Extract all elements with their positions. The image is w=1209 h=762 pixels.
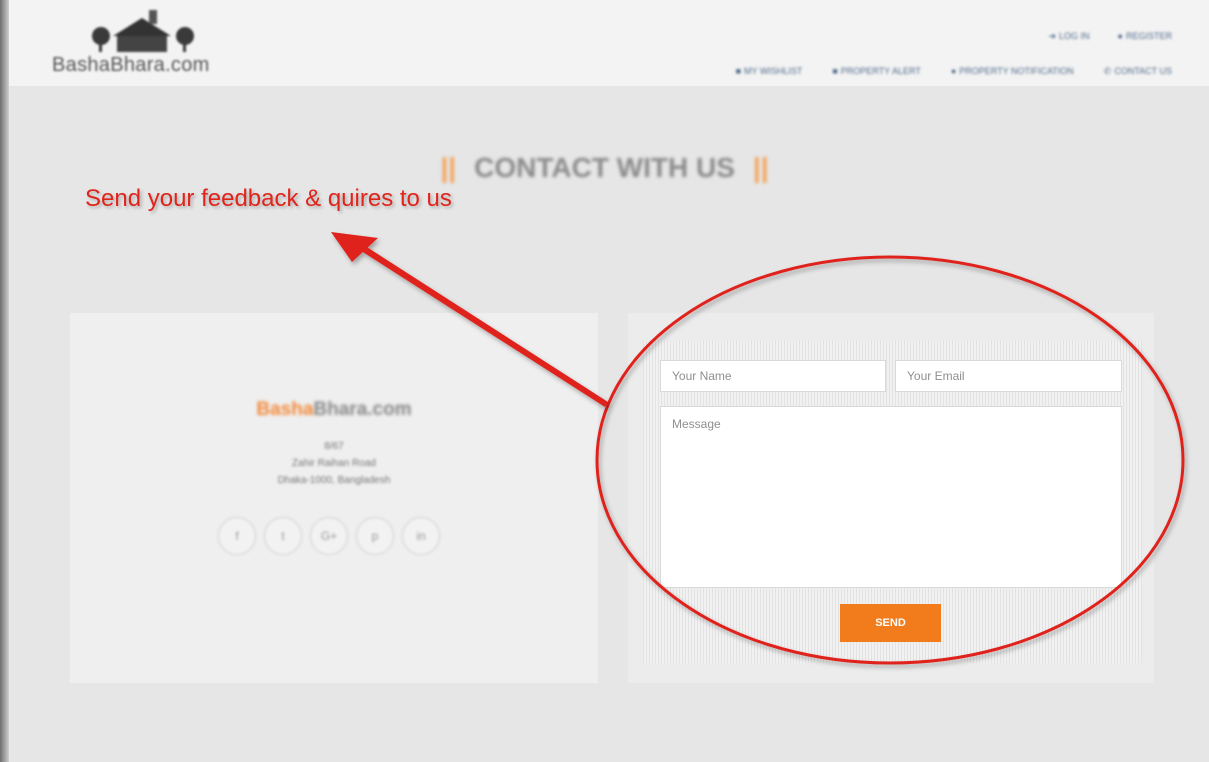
logo-text: BashaBhara.com — [52, 54, 210, 76]
social-links: f t G+ p in — [218, 517, 440, 555]
main-nav: ■ MY WISHLIST ■ PROPERTY ALERT ● PROPERTY N… — [736, 66, 1172, 77]
login-icon: ➜ — [1048, 31, 1057, 41]
address-line: Zahir Raihan Road — [292, 458, 376, 469]
phone-icon: ✆ — [1103, 66, 1112, 76]
section-heading: || CONTACT WITH US || — [0, 152, 1209, 184]
heading-bars-left: || — [440, 152, 457, 183]
address-line: Dhaka-1000, Bangladesh — [277, 475, 391, 486]
user-icon: ● — [1117, 31, 1123, 41]
linkedin-icon[interactable]: in — [402, 517, 440, 555]
account-links: ➜ LOG IN ● REGISTER — [1048, 31, 1172, 42]
nav-item-wishlist[interactable]: ■ MY WISHLIST — [736, 66, 803, 77]
twitter-icon[interactable]: t — [264, 517, 302, 555]
google-plus-icon[interactable]: G+ — [310, 517, 348, 555]
login-link[interactable]: ➜ LOG IN — [1048, 31, 1089, 42]
heart-icon: ■ — [735, 66, 741, 76]
register-link[interactable]: ● REGISTER — [1118, 31, 1172, 42]
annotation-text: Send your feedback & quires to us — [85, 185, 452, 212]
window-edge — [0, 0, 9, 762]
address-line: 8/67 — [324, 441, 344, 452]
nav-item-property-notification[interactable]: ● PROPERTY NOTIFICATION — [951, 66, 1074, 77]
logo-house-icon — [92, 10, 194, 52]
brand-accent: Basha — [256, 399, 314, 420]
facebook-icon[interactable]: f — [218, 517, 256, 555]
send-button[interactable]: SEND — [840, 604, 941, 642]
message-input[interactable] — [660, 406, 1122, 588]
nav-item-contact-us[interactable]: ✆ CONTACT US — [1104, 66, 1172, 77]
company-info-card: BashaBhara.com 8/67 Zahir Raihan Road Dh… — [70, 313, 598, 683]
name-input[interactable] — [660, 360, 886, 392]
heading-text: CONTACT WITH US — [474, 152, 735, 183]
site-header: BashaBhara.com ➜ LOG IN ● REGISTER ■ MY WIS… — [9, 0, 1209, 86]
company-brand: BashaBhara.com — [70, 399, 598, 421]
email-input[interactable] — [895, 360, 1122, 392]
bell-icon: ■ — [832, 66, 838, 76]
user-icon: ● — [950, 66, 957, 76]
heading-bars-right: || — [752, 152, 769, 183]
nav-item-property-alert[interactable]: ■ PROPERTY ALERT — [832, 66, 920, 77]
site-logo[interactable]: BashaBhara.com — [52, 6, 252, 76]
pinterest-icon[interactable]: p — [356, 517, 394, 555]
brand-rest: Bhara.com — [313, 399, 412, 420]
company-address: 8/67 Zahir Raihan Road Dhaka-1000, Bangl… — [70, 438, 598, 489]
